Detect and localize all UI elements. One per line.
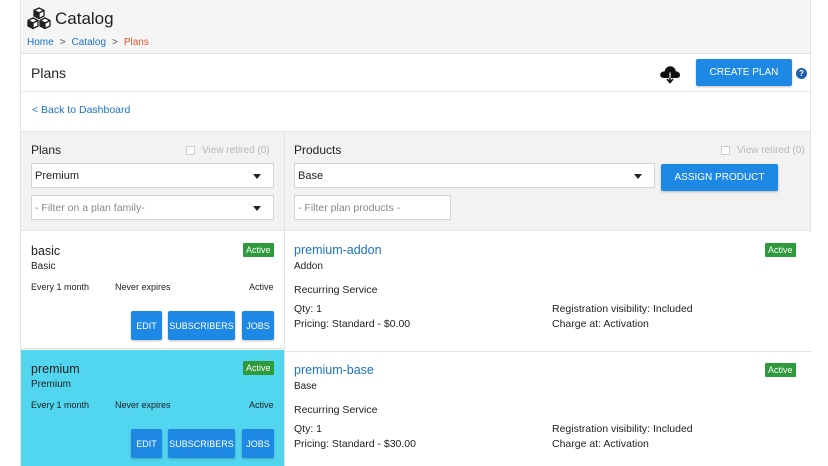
page-title: Plans: [31, 65, 67, 81]
product-name-link[interactable]: premium-base: [294, 363, 374, 377]
filters-band: Plans View retired (0) Premium - Filter …: [21, 131, 810, 231]
help-icon[interactable]: ?: [796, 68, 807, 79]
plan-card-premium[interactable]: premium Premium Active Every 1 month Nev…: [21, 350, 284, 466]
subscribers-button[interactable]: SUBSCRIBERS: [168, 311, 235, 340]
product-visibility: Registration visibility: Included: [552, 303, 693, 315]
product-charge: Charge at: Activation: [552, 438, 649, 450]
breadcrumb-catalog[interactable]: Catalog: [72, 37, 106, 48]
product-visibility: Registration visibility: Included: [552, 423, 693, 435]
plans-section-title: Plans: [31, 143, 62, 157]
status-badge: Active: [765, 363, 796, 377]
chevron-down-icon: [253, 174, 261, 179]
status-badge: Active: [243, 243, 274, 257]
breadcrumb-current: Plans: [123, 37, 149, 48]
view-retired-label: View retired (0): [737, 145, 805, 156]
plan-name: premium: [31, 362, 80, 376]
product-name-link[interactable]: premium-addon: [294, 243, 382, 257]
view-retired-checkbox[interactable]: [186, 146, 195, 155]
product-filter-input[interactable]: - Filter plan products -: [294, 195, 451, 220]
view-retired-checkbox[interactable]: [721, 146, 730, 155]
edit-button[interactable]: EDIT: [131, 429, 162, 458]
plan-status: Active: [249, 282, 274, 292]
plan-billing: Every 1 month: [31, 282, 90, 292]
plan-family-filter[interactable]: - Filter on a plan family-: [31, 195, 274, 220]
app-title: Catalog: [55, 9, 114, 28]
plans-view-retired[interactable]: View retired (0): [186, 145, 270, 156]
plan-expiry: Never expires: [115, 400, 171, 410]
product-type: Recurring Service: [294, 404, 378, 416]
app-frame: Catalog Home > Catalog > Plans Plans CREATE …: [20, 0, 812, 466]
edit-button[interactable]: EDIT: [131, 311, 162, 340]
product-filter-placeholder: - Filter plan products -: [298, 201, 401, 214]
create-plan-button[interactable]: CREATE PLAN: [696, 59, 792, 86]
products-section-title: Products: [294, 143, 342, 157]
product-pricing: Pricing: Standard - $0.00: [294, 318, 411, 330]
plan-name: basic: [31, 244, 61, 258]
product-type: Recurring Service: [294, 284, 378, 296]
top-bar: Catalog Home > Catalog > Plans: [21, 0, 810, 54]
jobs-button[interactable]: JOBS: [242, 429, 274, 458]
product-charge: Charge at: Activation: [552, 318, 649, 330]
product-subtitle: Addon: [294, 261, 323, 272]
subscribers-button[interactable]: SUBSCRIBERS: [168, 429, 235, 458]
product-select[interactable]: Base: [294, 163, 655, 188]
assign-product-button[interactable]: ASSIGN PRODUCT: [661, 164, 778, 191]
plan-billing: Every 1 month: [31, 400, 90, 410]
plan-status: Active: [249, 400, 274, 410]
product-pricing: Pricing: Standard - $30.00: [294, 438, 416, 450]
plan-card-basic[interactable]: basic Basic Active Every 1 month Never e…: [21, 232, 284, 349]
page-header: Plans CREATE PLAN ?: [21, 55, 810, 92]
view-retired-label: View retired (0): [202, 145, 270, 156]
breadcrumb-separator: >: [112, 37, 118, 48]
product-qty: Qty: 1: [294, 423, 323, 435]
plan-family-filter-placeholder: - Filter on a plan family-: [35, 201, 145, 214]
status-badge: Active: [243, 361, 274, 375]
product-qty: Qty: 1: [294, 303, 323, 315]
plan-expiry: Never expires: [115, 282, 171, 292]
back-to-dashboard-link[interactable]: < Back to Dashboard: [32, 104, 130, 116]
products-view-retired[interactable]: View retired (0): [721, 145, 805, 156]
breadcrumb-home[interactable]: Home: [27, 37, 54, 48]
jobs-button[interactable]: JOBS: [242, 311, 274, 340]
plan-subtitle: Premium: [31, 379, 72, 390]
product-subtitle: Base: [294, 381, 317, 392]
cloud-download-icon[interactable]: [659, 64, 681, 84]
plan-subtitle: Basic: [31, 261, 56, 272]
product-card-premium-addon: premium-addon Addon Active Recurring Ser…: [285, 232, 812, 352]
status-badge: Active: [765, 243, 796, 257]
breadcrumb-separator: >: [59, 37, 66, 48]
plan-select-value: Premium: [35, 169, 80, 182]
product-card-premium-base: premium-base Base Active Recurring Servi…: [285, 352, 812, 466]
chevron-down-icon: [253, 206, 261, 211]
product-select-value: Base: [298, 169, 324, 182]
breadcrumb: Home > Catalog > Plans: [27, 37, 149, 48]
chevron-down-icon: [634, 174, 642, 179]
cubes-icon: [27, 7, 51, 30]
plan-select[interactable]: Premium: [31, 163, 274, 188]
